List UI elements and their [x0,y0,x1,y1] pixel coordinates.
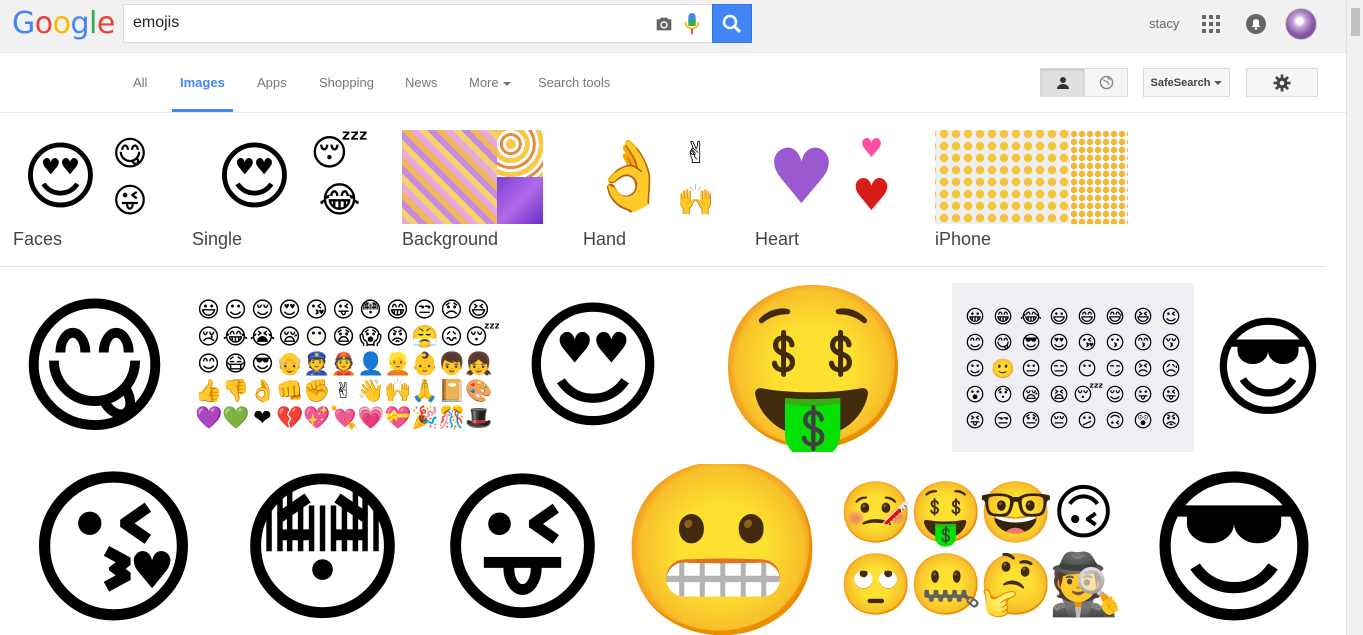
image-result[interactable]: 😜 [431,464,614,635]
emoji-pattern-thumbnail [497,130,543,177]
emoji-grid-image: 😃 ☺ 😌 😍 😘 😜 😳 😁 😒 😞 😆 😢 😂 😭 😪 😶 😧 😱 😡 😤 😖 😴 😊 😷 😎 👴 👮 👲 👤 👱 👶 👦 👧 👍 👎 👌 👊… [195,298,499,431]
related-search-label: Background [402,229,499,249]
tab-apps[interactable]: Apps [257,75,287,90]
tab-news[interactable]: News [405,75,438,90]
purple-heart-thumbnail: ♥ [767,132,836,221]
camera-icon[interactable] [653,13,675,35]
related-search-faces[interactable]: 😍 😋 😜 Faces [13,130,152,249]
related-search-hand[interactable]: 👌 ✌ 🙌 Hand [583,130,716,249]
emoji-image: 😬 [626,464,819,635]
active-tab-indicator [172,109,233,112]
related-search-label: Single [192,229,243,249]
emoji-thumbnail: ✌ 🙌 [677,135,715,218]
related-search-label: Faces [13,229,63,249]
emoji-image: 😍 [520,285,666,449]
safesearch-dropdown[interactable]: SafeSearch [1143,68,1230,97]
user-avatar[interactable] [1285,8,1317,40]
image-result[interactable]: 😎 [1138,464,1330,635]
emoji-thumbnail: 😴 😂 [310,132,369,221]
related-search-iphone[interactable]: iPhone [935,130,1128,249]
tab-more[interactable]: More [469,75,511,90]
related-search-label: Heart [755,229,800,249]
image-result[interactable]: 🤑 [687,283,940,452]
related-thumbnails: 😍 😴 😂 [192,130,369,224]
tab-search-tools[interactable]: Search tools [538,75,610,90]
image-result[interactable]: 😃 ☺ 😌 😍 😘 😜 😳 😁 😒 😞 😆 😢 😂 😭 😪 😶 😧 😱 😡 😤 😖 😴 😊 😷 😎 👴 👮 👲 👤 👱 👶 👦 👧 👍 👎 👌 👊… [188,287,499,448]
notifications-bell-icon[interactable] [1245,13,1267,35]
image-result[interactable]: 😘 [13,464,214,635]
related-search-background[interactable]: Background [402,130,543,249]
related-search-label: Hand [583,229,627,249]
pink-heart-thumbnail: ♥ [859,134,884,164]
emoji-image: 🤑 [713,283,914,452]
emoji-thumbnail: 😍 [215,134,294,220]
settings-button[interactable] [1246,68,1318,97]
emoji-grid-image: 🤒 🤑 🤓 🙃 🙄 🤐 🤔 🕵 [838,478,1124,620]
magnifier-icon [722,14,742,33]
logo-letter: o [52,6,71,41]
image-result[interactable]: 😳 [226,464,419,635]
search-button[interactable] [712,4,752,43]
related-thumbnails [402,130,543,224]
emoji-thumbnail: 😋 😜 [112,133,148,221]
image-result[interactable]: 😋 [13,283,176,452]
related-thumbnails [935,130,1128,224]
image-result[interactable]: 😍 [511,283,675,452]
top-bar: Google emojis stacy [0,0,1363,53]
related-search-heart[interactable]: ♥ ♥ ♥ Heart [755,130,895,249]
logo-letter: e [96,6,115,41]
related-thumbnails: ♥ ♥ ♥ [755,130,895,224]
tab-all[interactable]: All [133,75,147,90]
globe-icon [1099,75,1113,90]
gear-icon [1273,73,1291,92]
emoji-pattern-thumbnail [402,130,497,224]
image-result[interactable]: 😎 [1206,300,1330,435]
apps-grid-icon[interactable] [1201,14,1221,34]
red-heart-thumbnail: ♥ [851,170,892,221]
person-icon [1056,76,1069,89]
scrollbar-thumb[interactable] [1351,8,1360,36]
personal-results-button[interactable] [1041,69,1084,96]
emoji-grid-thumbnail [1070,130,1128,224]
emoji-keyboard-image: 😀 😁 😂 😃 😄 😅 😆 😉 😊 😋 😎 😍 😘 😗 😙 😚 ☺ 🙂 😐 😑 😶 😏 😣 😥 😮 😯 😪 😫 😴 😌 😛 😜 😝 😒 😓 😔… [965,305,1181,432]
logo-letter: g [70,6,90,41]
search-input[interactable]: emojis [123,4,712,43]
emoji-image: 😳 [236,464,409,635]
page-scrollbar[interactable] [1346,0,1363,635]
related-search-single[interactable]: 😍 😴 😂 Single [192,130,369,249]
emoji-image: 😎 [1145,464,1323,635]
image-result[interactable]: 😀 😁 😂 😃 😄 😅 😆 😉 😊 😋 😎 😍 😘 😗 😙 😚 ☺ 🙂 😐 😑 😶 😏 😣 😥 😮 😯 😪 😫 😴 😌 😛 😜 😝 😒 😓 😔… [952,283,1194,452]
related-thumbnails: 😍 😋 😜 [13,130,152,224]
emoji-image: 😎 [1210,303,1326,432]
emoji-image: 😘 [24,464,203,635]
tab-shopping[interactable]: Shopping [319,75,374,90]
global-results-button[interactable] [1084,69,1127,96]
section-divider [0,266,1326,267]
tab-images[interactable]: Images [180,75,225,90]
search-query-text[interactable]: emojis [133,14,179,32]
emoji-thumbnail: 👌 [587,137,672,216]
related-thumbnails: 👌 ✌ 🙌 [583,130,716,224]
image-result[interactable]: 😬 [626,464,819,635]
search-nav-bar: All Images Apps Shopping News More Searc… [0,53,1346,113]
related-search-label: iPhone [935,229,992,249]
logo-letter: l [89,6,97,41]
image-result[interactable]: 🤒 🤑 🤓 🙃 🙄 🤐 🤔 🕵 [831,475,1126,635]
chevron-down-icon [1214,80,1223,85]
google-logo[interactable]: Google [12,6,115,41]
microphone-icon[interactable] [681,11,703,37]
tab-more-label: More [469,75,499,90]
logo-letter: o [34,6,53,41]
user-name[interactable]: stacy [1149,16,1179,31]
safesearch-label: SafeSearch [1150,76,1211,89]
emoji-image: 😜 [436,464,609,635]
emoji-thumbnail: 😍 [21,134,100,220]
emoji-keyboard-thumbnail [935,130,1070,224]
logo-letter: G [12,6,35,41]
chevron-down-icon [502,81,511,86]
emoji-pattern-thumbnail [497,177,543,224]
emoji-image: 😋 [16,283,173,452]
personal-results-toggle [1040,68,1128,97]
